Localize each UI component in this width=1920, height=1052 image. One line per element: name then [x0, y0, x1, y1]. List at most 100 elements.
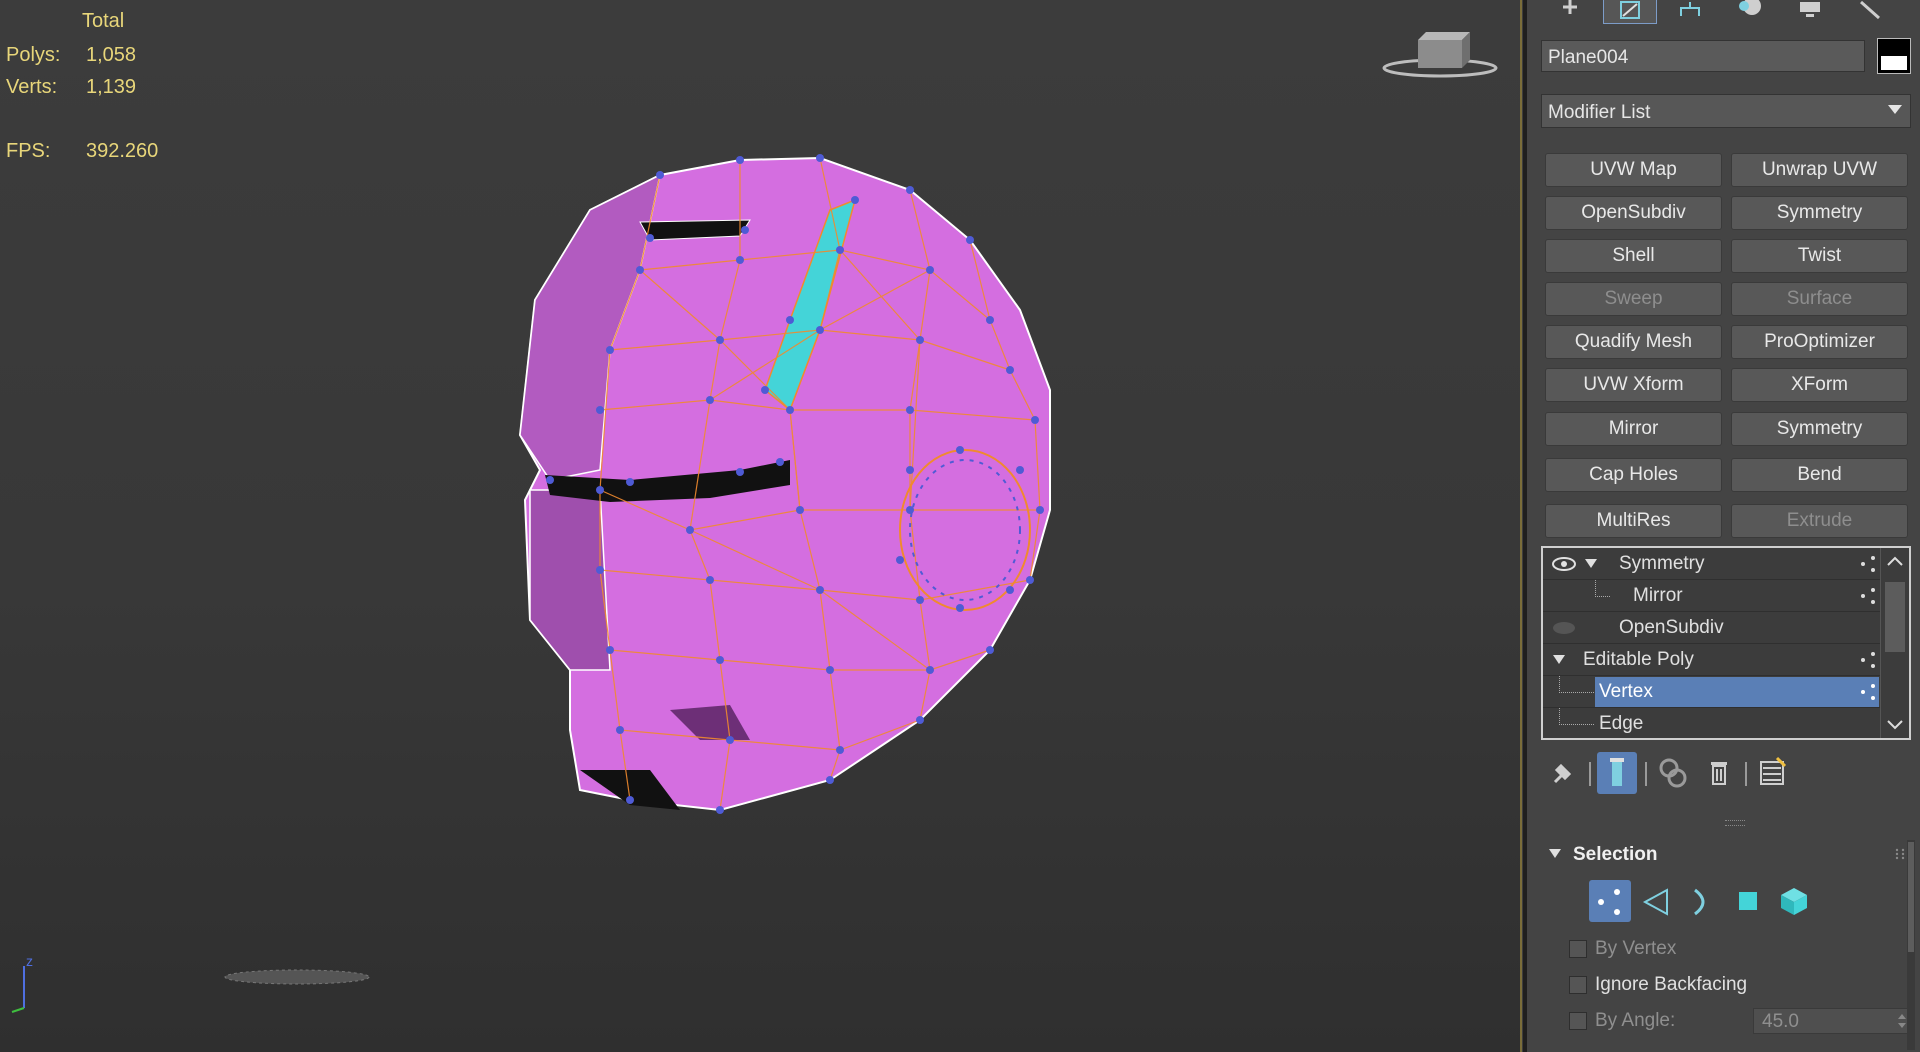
expand-triangle-icon[interactable] [1553, 655, 1565, 665]
grid-object-icon [224, 969, 370, 985]
by-angle-value: 45.0 [1762, 1011, 1799, 1032]
modifier-list-dropdown[interactable]: Modifier List [1541, 94, 1911, 128]
modifier-button-extrude[interactable]: Extrude [1731, 504, 1908, 538]
modifier-button-uvw-map[interactable]: UVW Map [1545, 153, 1722, 187]
modifier-button-quadify-mesh[interactable]: Quadify Mesh [1545, 325, 1722, 359]
chevron-down-icon[interactable] [1887, 720, 1903, 730]
verts-value: 1,139 [86, 76, 137, 98]
rollout-resize-grip[interactable] [1725, 820, 1745, 826]
modifier-button-sweep[interactable]: Sweep [1545, 282, 1722, 316]
checkbox-box[interactable] [1569, 940, 1587, 958]
stack-scrollbar[interactable] [1880, 548, 1909, 738]
expand-triangle-icon[interactable] [1585, 559, 1597, 569]
vertex-icon [1598, 889, 1620, 915]
viewcube-icon[interactable] [1382, 18, 1498, 82]
border-mode-button[interactable] [1681, 880, 1723, 922]
object-name-field[interactable]: Plane004 [1541, 40, 1865, 72]
stack-label-edge: Edge [1599, 713, 1644, 734]
modifier-button-twist[interactable]: Twist [1731, 239, 1908, 273]
by-angle-checkbox[interactable]: By Angle: 45.0 [1569, 1008, 1913, 1036]
stack-label-editable-poly: Editable Poly [1583, 649, 1694, 670]
pin-icon [1553, 763, 1572, 784]
stack-item-editable-poly[interactable]: Editable Poly [1543, 644, 1883, 676]
fps-value: 392.260 [86, 140, 159, 162]
modifier-button-uvw-xform[interactable]: UVW Xform [1545, 368, 1722, 402]
modifier-button-unwrap-uvw[interactable]: Unwrap UVW [1731, 153, 1908, 187]
create-tab[interactable] [1543, 0, 1597, 24]
modifier-button-multires[interactable]: MultiRes [1545, 504, 1722, 538]
border-icon [1694, 888, 1705, 916]
modifier-stack[interactable]: Symmetry Mirror OpenSubdiv Editable Poly [1541, 546, 1911, 740]
command-panel-tabs [1541, 0, 1911, 26]
checkbox-box[interactable] [1569, 976, 1587, 994]
ignore-backfacing-label: Ignore Backfacing [1595, 974, 1748, 995]
polys-value: 1,058 [86, 44, 137, 66]
tree-connector [1559, 708, 1594, 725]
utilities-tab[interactable] [1843, 0, 1897, 24]
hierarchy-tab[interactable] [1663, 0, 1717, 24]
panel-scrollbar-thumb[interactable] [1908, 842, 1914, 952]
helmet-mesh[interactable] [490, 150, 1060, 820]
panel-scrollbar[interactable] [1907, 840, 1915, 1050]
stack-label-symmetry: Symmetry [1619, 553, 1705, 574]
create-icon [1563, 0, 1577, 14]
chevron-up-icon[interactable] [1887, 556, 1903, 566]
make-unique-button[interactable] [1653, 752, 1693, 794]
modifier-button-shell[interactable]: Shell [1545, 239, 1722, 273]
motion-icon [1739, 0, 1761, 15]
eye-icon[interactable] [1551, 556, 1577, 572]
viewport[interactable]: Total Polys: 1,058 Verts: 1,139 FPS: 392… [0, 0, 1522, 1052]
eye-closed-icon[interactable] [1551, 620, 1577, 636]
modifier-list-label: Modifier List [1548, 102, 1651, 123]
modifier-button-opensubdiv[interactable]: OpenSubdiv [1545, 196, 1722, 230]
subobject-level-buttons [1589, 880, 1829, 924]
element-mode-button[interactable] [1773, 880, 1815, 922]
modifier-button-symmetry[interactable]: Symmetry [1731, 196, 1908, 230]
polygon-icon [1739, 892, 1757, 910]
subobject-dots-icon [1861, 652, 1875, 668]
ignore-backfacing-checkbox[interactable]: Ignore Backfacing [1569, 972, 1869, 1000]
modifier-button-surface[interactable]: Surface [1731, 282, 1908, 316]
vertex-dots-icon [1861, 684, 1875, 700]
configure-modifier-sets-button[interactable] [1753, 752, 1793, 794]
display-tab[interactable] [1783, 0, 1837, 24]
stack-item-symmetry[interactable]: Symmetry [1543, 548, 1883, 580]
display-icon [1800, 2, 1820, 17]
stack-item-vertex[interactable]: Vertex [1543, 676, 1883, 708]
object-color-swatch[interactable] [1877, 38, 1911, 74]
by-vertex-checkbox[interactable]: By Vertex [1569, 936, 1869, 964]
modifier-button-cap-holes[interactable]: Cap Holes [1545, 458, 1722, 492]
element-icon [1781, 888, 1807, 915]
axis-z-label: z [26, 953, 33, 969]
stack-item-mirror[interactable]: Mirror [1543, 580, 1883, 612]
scrollbar-thumb[interactable] [1885, 582, 1905, 652]
modifier-button-bend[interactable]: Bend [1731, 458, 1908, 492]
remove-modifier-button[interactable] [1699, 752, 1739, 794]
selection-rollout-header[interactable]: Selection [1541, 840, 1911, 870]
spinner-arrows-icon[interactable] [1898, 1013, 1906, 1029]
motion-tab[interactable] [1723, 0, 1777, 24]
modify-tab[interactable] [1603, 0, 1657, 24]
checkbox-box[interactable] [1569, 1012, 1587, 1030]
pin-stack-button[interactable] [1543, 752, 1583, 794]
modifier-button-xform[interactable]: XForm [1731, 368, 1908, 402]
chevron-down-icon [1888, 105, 1902, 114]
vertex-mode-button[interactable] [1589, 880, 1631, 922]
trash-icon [1711, 762, 1727, 785]
stack-item-edge[interactable]: Edge [1543, 708, 1883, 738]
modifier-button-prooptimizer[interactable]: ProOptimizer [1731, 325, 1908, 359]
edge-icon [1642, 888, 1668, 916]
stack-item-opensubdiv[interactable]: OpenSubdiv [1543, 612, 1883, 644]
stack-label-mirror: Mirror [1633, 585, 1683, 606]
subobject-dots-icon [1861, 556, 1875, 572]
verts-label: Verts: [6, 76, 58, 98]
by-angle-spinner[interactable]: 45.0 [1753, 1008, 1913, 1034]
edge-mode-button[interactable] [1635, 880, 1677, 922]
modifier-button-symmetry-2[interactable]: Symmetry [1731, 412, 1908, 446]
modifier-button-mirror[interactable]: Mirror [1545, 412, 1722, 446]
polygon-mode-button[interactable] [1727, 880, 1769, 922]
selection-rollout-title: Selection [1573, 844, 1658, 865]
show-end-result-button[interactable] [1597, 752, 1637, 794]
drag-handle-icon[interactable] [1895, 848, 1905, 860]
stack-label-opensubdiv: OpenSubdiv [1619, 617, 1724, 638]
